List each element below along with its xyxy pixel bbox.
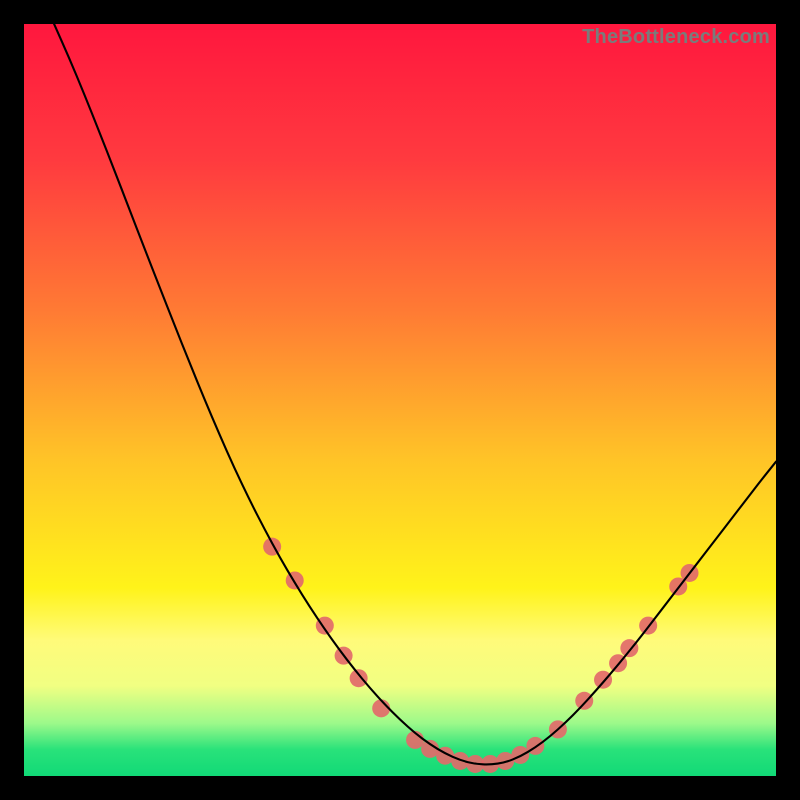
bottleneck-chart — [24, 24, 776, 776]
plot-area: TheBottleneck.com — [24, 24, 776, 776]
highlight-dot — [286, 571, 304, 589]
watermark-text: TheBottleneck.com — [582, 26, 770, 49]
highlight-dot — [350, 669, 368, 687]
outer-frame: TheBottleneck.com — [0, 0, 800, 800]
highlight-dot — [575, 692, 593, 710]
gradient-background — [24, 24, 776, 776]
highlight-dot — [594, 671, 612, 689]
